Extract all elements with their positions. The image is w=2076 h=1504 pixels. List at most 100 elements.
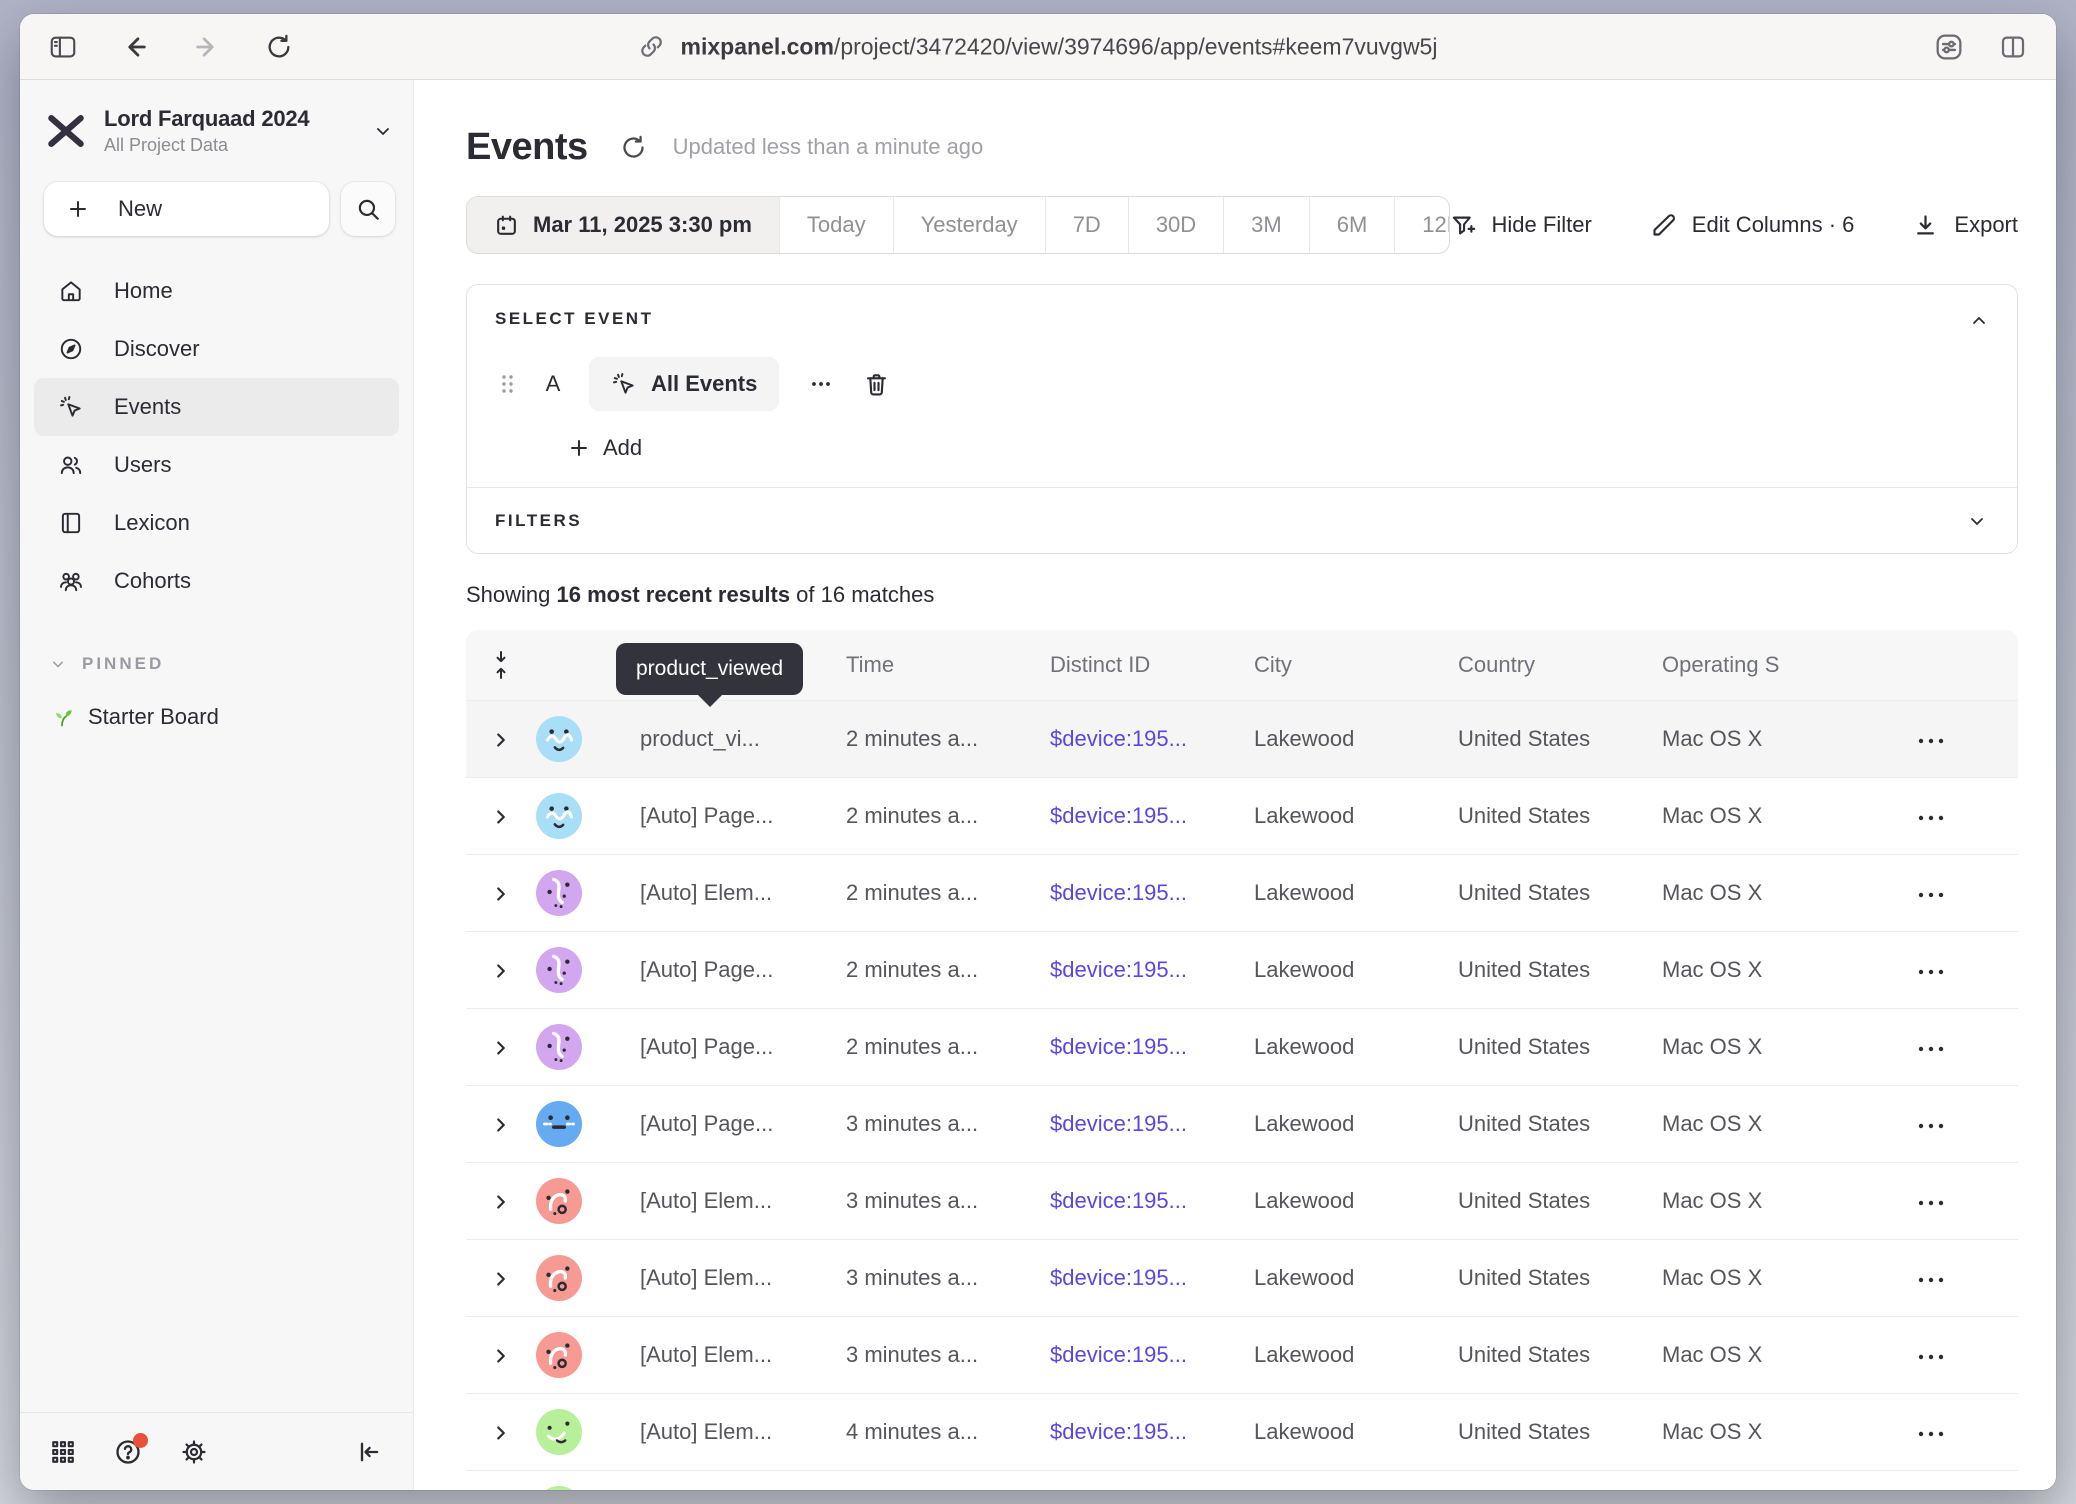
table-row[interactable]: [Auto] Elem...3 minutes a...$device:195.… bbox=[466, 1239, 2018, 1316]
column-header-country[interactable]: Country bbox=[1430, 630, 1634, 700]
event-name-cell[interactable]: [Auto] Page... bbox=[612, 1008, 818, 1085]
url-bar[interactable]: mixpanel.com/project/3472420/view/397469… bbox=[639, 33, 1438, 60]
row-menu-button[interactable] bbox=[1916, 1352, 1946, 1362]
date-segment-today[interactable]: Today bbox=[779, 197, 893, 253]
collapse-sidebar-icon[interactable] bbox=[355, 1438, 383, 1466]
distinct-id-link[interactable]: $device:195... bbox=[1050, 1265, 1187, 1290]
row-expand-icon[interactable] bbox=[490, 726, 512, 752]
event-name-cell[interactable]: [Auto] Page... bbox=[612, 931, 818, 1008]
row-menu-button[interactable] bbox=[1916, 1275, 1946, 1285]
row-expand-icon[interactable] bbox=[490, 1342, 512, 1368]
event-name-cell[interactable]: [Auto] Elem... bbox=[612, 854, 818, 931]
event-name-cell[interactable]: [Auto] Elem... bbox=[612, 1393, 818, 1470]
distinct-id-link[interactable]: $device:195... bbox=[1050, 1111, 1187, 1136]
help-icon[interactable] bbox=[114, 1438, 142, 1466]
table-row[interactable] bbox=[466, 1470, 2018, 1490]
event-name-cell[interactable]: [Auto] Page... bbox=[612, 1085, 818, 1162]
date-segment-30d[interactable]: 30D bbox=[1128, 197, 1223, 253]
event-name-cell[interactable]: [Auto] Elem... bbox=[612, 1316, 818, 1393]
delete-event-icon[interactable] bbox=[863, 371, 890, 398]
date-segment-12m[interactable]: 12M bbox=[1394, 197, 1449, 253]
row-expand-icon[interactable] bbox=[490, 1188, 512, 1214]
page-settings-icon[interactable] bbox=[1932, 30, 1966, 64]
search-button[interactable] bbox=[341, 182, 395, 236]
sidebar-item-lexicon[interactable]: Lexicon bbox=[34, 494, 399, 552]
reload-icon[interactable] bbox=[262, 30, 296, 64]
distinct-id-link[interactable]: $device:195... bbox=[1050, 957, 1187, 982]
event-name-cell[interactable]: product_vi... bbox=[612, 700, 818, 777]
sidebar-item-starter-board[interactable]: Starter Board bbox=[50, 704, 413, 730]
column-header-city[interactable]: City bbox=[1226, 630, 1430, 700]
apps-grid-icon[interactable] bbox=[50, 1439, 76, 1465]
date-segment-yesterday[interactable]: Yesterday bbox=[893, 197, 1045, 253]
row-menu-button[interactable] bbox=[1916, 1121, 1946, 1131]
distinct-id-link[interactable]: $device:195... bbox=[1050, 1034, 1187, 1059]
table-row[interactable]: [Auto] Page...2 minutes a...$device:195.… bbox=[466, 777, 2018, 854]
distinct-id-link[interactable]: $device:195... bbox=[1050, 1188, 1187, 1213]
pinned-section-header[interactable]: PINNED bbox=[48, 654, 413, 674]
table-row[interactable]: [Auto] Elem...4 minutes a...$device:195.… bbox=[466, 1393, 2018, 1470]
row-expand-icon[interactable] bbox=[490, 880, 512, 906]
add-event-button[interactable]: Add bbox=[567, 433, 1989, 463]
hide-filter-button[interactable]: Hide Filter bbox=[1450, 212, 1592, 239]
forward-icon[interactable] bbox=[190, 30, 224, 64]
column-header-os[interactable]: Operating S bbox=[1634, 630, 1838, 700]
export-button[interactable]: Export bbox=[1912, 212, 2018, 239]
table-row[interactable]: [Auto] Page...2 minutes a...$device:195.… bbox=[466, 1008, 2018, 1085]
row-menu-button[interactable] bbox=[1916, 1429, 1946, 1439]
date-segment-3m[interactable]: 3M bbox=[1223, 197, 1309, 253]
split-view-icon[interactable] bbox=[1996, 30, 2030, 64]
row-expand-icon[interactable] bbox=[490, 1265, 512, 1291]
row-menu-button[interactable] bbox=[1916, 967, 1946, 977]
distinct-id-link[interactable]: $device:195... bbox=[1050, 803, 1187, 828]
table-row[interactable]: [Auto] Elem...3 minutes a...$device:195.… bbox=[466, 1316, 2018, 1393]
row-expand-icon[interactable] bbox=[490, 957, 512, 983]
filters-section[interactable]: FILTERS bbox=[467, 487, 2017, 553]
sidebar-item-events[interactable]: Events bbox=[34, 378, 399, 436]
event-name-cell[interactable] bbox=[612, 1470, 818, 1490]
sidebar-toggle-icon[interactable] bbox=[46, 30, 80, 64]
drag-handle-icon[interactable] bbox=[499, 371, 517, 397]
table-row[interactable]: product_vi...2 minutes a...$device:195..… bbox=[466, 700, 2018, 777]
all-events-chip[interactable]: All Events bbox=[589, 357, 779, 411]
cursor-click-icon bbox=[611, 371, 637, 397]
row-menu-button[interactable] bbox=[1916, 736, 1946, 746]
table-row[interactable]: [Auto] Elem...3 minutes a...$device:195.… bbox=[466, 1162, 2018, 1239]
back-icon[interactable] bbox=[118, 30, 152, 64]
row-menu-button[interactable] bbox=[1916, 1198, 1946, 1208]
new-button[interactable]: New bbox=[44, 182, 329, 236]
row-expand-icon[interactable] bbox=[490, 1111, 512, 1137]
refresh-icon[interactable] bbox=[620, 134, 647, 161]
row-menu-button[interactable] bbox=[1916, 813, 1946, 823]
event-name-cell[interactable]: [Auto] Elem... bbox=[612, 1162, 818, 1239]
distinct-id-link[interactable]: $device:195... bbox=[1050, 1342, 1187, 1367]
row-expand-icon[interactable] bbox=[490, 1419, 512, 1445]
row-menu-button[interactable] bbox=[1916, 1044, 1946, 1054]
row-expand-icon[interactable] bbox=[490, 1034, 512, 1060]
table-row[interactable]: [Auto] Elem...2 minutes a...$device:195.… bbox=[466, 854, 2018, 931]
distinct-id-link[interactable]: $device:195... bbox=[1050, 1419, 1187, 1444]
sidebar-item-cohorts[interactable]: Cohorts bbox=[34, 552, 399, 610]
collapse-panel-icon[interactable] bbox=[1967, 309, 1991, 333]
table-row[interactable]: [Auto] Page...3 minutes a...$device:195.… bbox=[466, 1085, 2018, 1162]
settings-gear-icon[interactable] bbox=[180, 1438, 208, 1466]
edit-columns-button[interactable]: Edit Columns · 6 bbox=[1650, 212, 1855, 239]
date-segment-6m[interactable]: 6M bbox=[1309, 197, 1395, 253]
distinct-id-link[interactable]: $device:195... bbox=[1050, 880, 1187, 905]
distinct-id-link[interactable]: $device:195... bbox=[1050, 726, 1187, 751]
sidebar-item-home[interactable]: Home bbox=[34, 262, 399, 320]
column-header-time[interactable]: Time bbox=[818, 630, 1022, 700]
event-name-cell[interactable]: [Auto] Page... bbox=[612, 777, 818, 854]
sidebar-item-users[interactable]: Users bbox=[34, 436, 399, 494]
row-menu-button[interactable] bbox=[1916, 890, 1946, 900]
date-segment-7d[interactable]: 7D bbox=[1045, 197, 1128, 253]
event-name-cell[interactable]: [Auto] Elem... bbox=[612, 1239, 818, 1316]
event-more-options-icon[interactable] bbox=[805, 372, 837, 396]
sidebar-item-discover[interactable]: Discover bbox=[34, 320, 399, 378]
project-switcher[interactable]: Lord Farquaad 2024 All Project Data bbox=[44, 106, 395, 156]
date-range-current[interactable]: Mar 11, 2025 3:30 pm bbox=[467, 197, 779, 253]
sort-icon[interactable] bbox=[488, 650, 514, 680]
row-expand-icon[interactable] bbox=[490, 803, 512, 829]
table-row[interactable]: [Auto] Page...2 minutes a...$device:195.… bbox=[466, 931, 2018, 1008]
column-header-distinct-id[interactable]: Distinct ID bbox=[1022, 630, 1226, 700]
